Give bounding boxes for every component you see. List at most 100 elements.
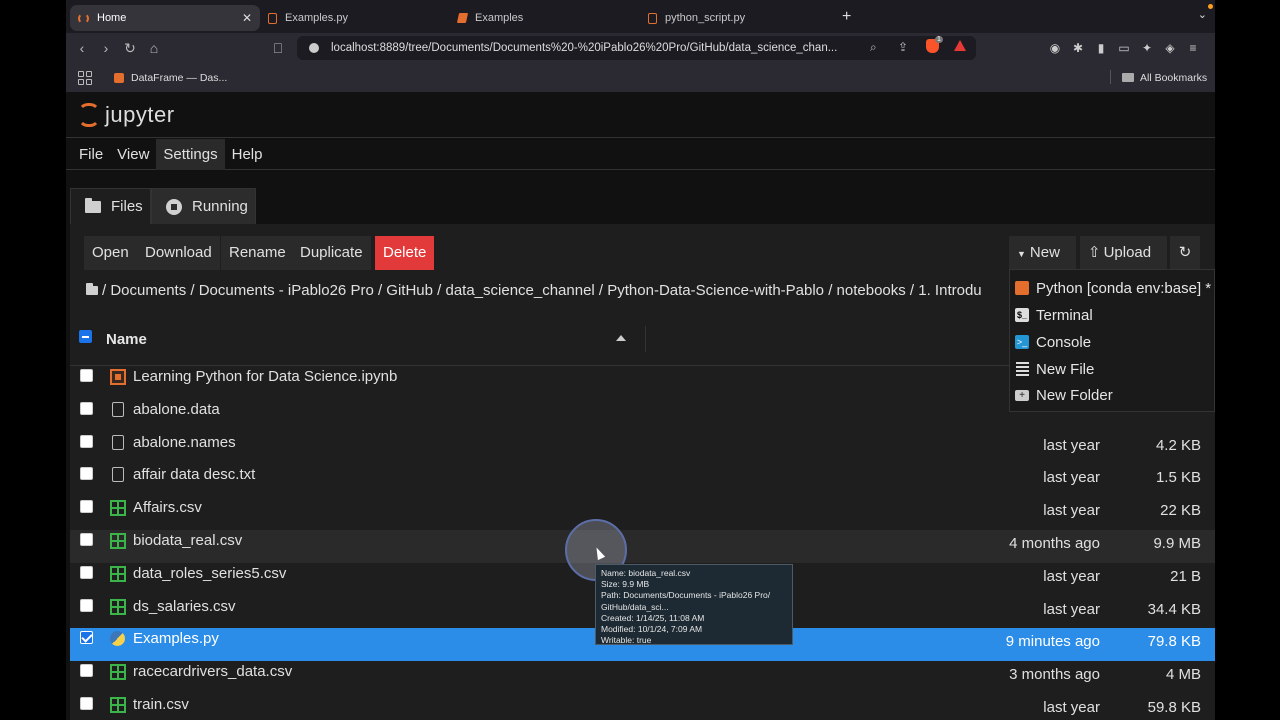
file-browser-tabs: Files Running <box>66 171 1215 225</box>
jupyter-header: jupyter <box>66 92 1215 138</box>
folder-icon <box>1122 73 1134 82</box>
menu-view[interactable]: View <box>110 139 156 170</box>
row-checkbox[interactable] <box>80 467 93 481</box>
tab-running[interactable]: Running <box>151 188 256 224</box>
browser-tab-examples[interactable]: Examples <box>450 5 640 31</box>
close-icon[interactable]: ✕ <box>242 11 252 25</box>
tooltip-line: Path: Documents/Documents - iPablo26 Pro… <box>601 590 771 601</box>
file-name[interactable]: train.csv <box>133 696 189 713</box>
file-name[interactable]: abalone.data <box>133 401 220 418</box>
all-bookmarks-label: All Bookmarks <box>1140 71 1208 84</box>
home-icon[interactable]: ⌂ <box>142 40 166 56</box>
breadcrumb-path[interactable]: / Documents / Documents - iPablo26 Pro /… <box>102 282 982 299</box>
column-header-name[interactable]: Name <box>106 331 147 348</box>
menu-help[interactable]: Help <box>225 139 270 170</box>
menu-file[interactable]: File <box>72 139 110 170</box>
refresh-button[interactable]: ↻ <box>1170 236 1200 270</box>
browser-extensions: ◉ ✱ ▮ ▭ ✦ ◈ ≡ <box>1046 33 1202 63</box>
spreadsheet-icon <box>110 598 126 615</box>
file-name[interactable]: affair data desc.txt <box>133 466 255 483</box>
bookmark-favicon <box>114 72 124 83</box>
file-name[interactable]: abalone.names <box>133 434 236 451</box>
file-name[interactable]: ds_salaries.csv <box>133 598 236 615</box>
sort-ascending-icon[interactable] <box>616 335 626 341</box>
site-info-icon[interactable] <box>309 43 319 53</box>
vpn-icon[interactable]: ◈ <box>1161 41 1179 55</box>
menu-icon[interactable]: ≡ <box>1184 41 1202 55</box>
share-icon[interactable]: ⇪ <box>898 40 908 54</box>
python-kernel-icon <box>1015 281 1029 295</box>
file-name[interactable]: data_roles_series5.csv <box>133 565 286 582</box>
bookmark-item[interactable]: DataFrame — Das... <box>114 72 227 84</box>
file-name[interactable]: Learning Python for Data Science.ipynb <box>133 368 397 385</box>
browser-tab-examples-py[interactable]: Examples.py <box>260 5 450 31</box>
new-button[interactable]: ▼ New <box>1009 236 1076 270</box>
spreadsheet-icon <box>110 500 126 517</box>
chevron-down-icon[interactable]: ⌄ <box>1198 8 1207 21</box>
file-row[interactable]: affair data desc.txt last year 1.5 KB <box>70 464 1215 497</box>
rename-button[interactable]: Rename <box>221 236 294 270</box>
row-checkbox[interactable] <box>80 369 93 382</box>
row-checkbox[interactable] <box>80 533 93 546</box>
caret-down-icon: ▼ <box>1017 249 1026 259</box>
folder-icon[interactable] <box>86 283 98 295</box>
file-row[interactable]: Affairs.csv last year 22 KB <box>70 497 1215 530</box>
jupyter-icon <box>78 12 89 24</box>
row-checkbox[interactable] <box>80 697 93 710</box>
back-icon[interactable]: ‹ <box>70 40 94 56</box>
all-bookmarks[interactable]: All Bookmarks <box>1122 72 1207 84</box>
open-button[interactable]: Open <box>84 236 137 270</box>
file-row[interactable]: racecardrivers_data.csv 3 months ago 4 MB <box>70 661 1215 694</box>
apps-grid-icon[interactable] <box>78 70 92 85</box>
brave-rewards-icon[interactable] <box>954 40 966 51</box>
file-name[interactable]: racecardrivers_data.csv <box>133 663 292 680</box>
tab-label: Examples <box>475 12 524 24</box>
delete-button[interactable]: Delete <box>375 236 435 270</box>
file-name[interactable]: biodata_real.csv <box>133 532 242 549</box>
row-checkbox[interactable] <box>80 598 93 612</box>
row-checkbox[interactable] <box>80 401 93 415</box>
leo-ai-icon[interactable]: ✦ <box>1138 41 1156 55</box>
url-bar[interactable]: localhost:8889/tree/Documents/Documents%… <box>297 36 976 60</box>
row-checkbox[interactable] <box>80 631 93 645</box>
new-console-item[interactable]: >_ Console <box>1015 331 1091 353</box>
file-row[interactable]: abalone.names last year 4.2 KB <box>70 432 1215 465</box>
browser-tab-home[interactable]: Home ✕ <box>70 5 260 31</box>
tab-files-label: Files <box>111 198 143 215</box>
new-terminal-item[interactable]: $_ Terminal <box>1015 304 1093 326</box>
bookmark-icon[interactable]: ⎕ <box>266 40 290 57</box>
tab-files[interactable]: Files <box>70 188 151 224</box>
forward-icon[interactable]: › <box>94 40 118 56</box>
sidebar-icon[interactable]: ▮ <box>1092 41 1110 55</box>
new-tab-button[interactable]: + <box>842 8 851 26</box>
file-name[interactable]: Examples.py <box>133 630 219 647</box>
wallet-icon[interactable]: ▭ <box>1115 41 1133 55</box>
row-checkbox[interactable] <box>80 664 93 678</box>
new-folder-item[interactable]: + New Folder <box>1015 384 1113 406</box>
select-all-checkbox[interactable] <box>79 330 92 343</box>
extensions-icon[interactable]: ✱ <box>1069 41 1087 55</box>
spreadsheet-icon <box>110 533 126 549</box>
menu-settings[interactable]: Settings <box>156 138 225 170</box>
url-text: localhost:8889/tree/Documents/Documents%… <box>331 42 838 54</box>
row-checkbox[interactable] <box>80 565 93 579</box>
new-file-item[interactable]: New File <box>1015 358 1094 380</box>
reload-icon[interactable]: ↻ <box>118 40 142 57</box>
file-name[interactable]: Affairs.csv <box>133 499 202 516</box>
row-checkbox[interactable] <box>80 500 93 514</box>
jupyter-logo-icon[interactable] <box>78 102 100 128</box>
column-divider <box>645 326 646 352</box>
file-row[interactable]: biodata_real.csv 4 months ago 9.9 MB <box>70 530 1215 563</box>
breadcrumb: / Documents / Documents - iPablo26 Pro /… <box>86 282 1006 299</box>
python-icon <box>110 631 125 647</box>
grammarly-icon[interactable]: ◉ <box>1046 41 1064 55</box>
row-checkbox[interactable] <box>80 434 93 448</box>
browser-tab-python-script[interactable]: python_script.py <box>640 5 830 31</box>
download-button[interactable]: Download <box>137 236 220 270</box>
new-python-kernel-item[interactable]: Python [conda env:base] * <box>1015 277 1211 299</box>
file-row[interactable]: train.csv last year 59.8 KB <box>70 694 1215 720</box>
duplicate-button[interactable]: Duplicate <box>292 236 371 270</box>
zoom-icon[interactable]: ⌕ <box>870 40 877 55</box>
jupyter-menu-bar: File View Settings Help <box>66 138 1215 170</box>
upload-button[interactable]: ⇧ Upload <box>1080 236 1167 270</box>
